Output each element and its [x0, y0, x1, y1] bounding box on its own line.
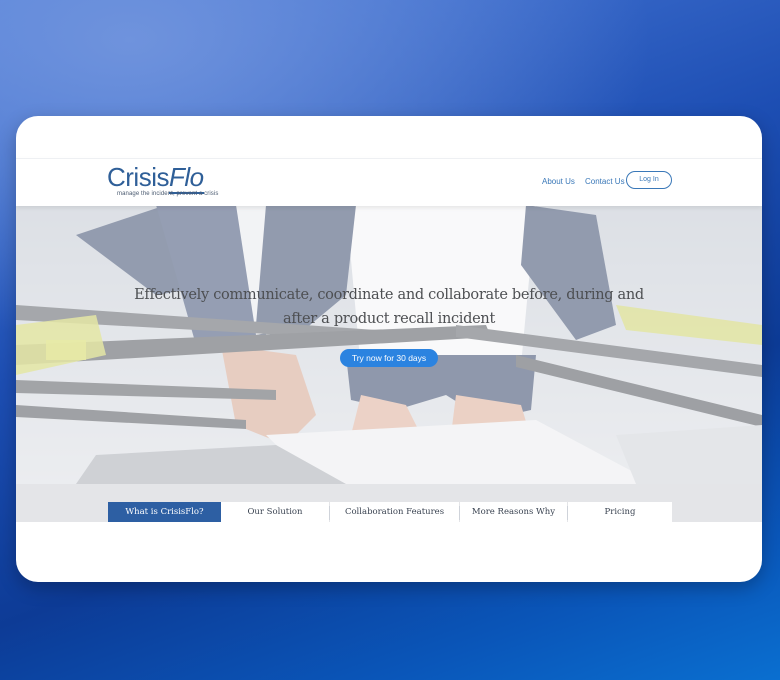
hero-section: Effectively communicate, coordinate and … — [16, 205, 762, 484]
section-tabs: What is CrisisFlo? Our Solution Collabor… — [16, 484, 762, 522]
hero-headline: Effectively communicate, coordinate and … — [134, 287, 644, 327]
nav-about-us-link[interactable]: About Us — [542, 177, 575, 186]
tab-collaboration-features[interactable]: Collaboration Features — [330, 502, 459, 522]
logo-tagline: manage the incident, prevent a crisis — [117, 191, 219, 197]
logo-wordmark: CrisisFlo — [107, 162, 204, 194]
tab-our-solution[interactable]: Our Solution — [221, 502, 329, 522]
try-now-button[interactable]: Try now for 30 days — [340, 349, 438, 367]
logo-crisis-text: Crisis — [107, 162, 170, 192]
browser-card: CrisisFlo manage the incident, prevent a… — [16, 116, 762, 582]
tab-what-is-crisisflo[interactable]: What is CrisisFlo? — [108, 502, 221, 522]
crisisflo-logo[interactable]: CrisisFlo manage the incident, prevent a… — [107, 162, 219, 199]
logo-flo-text: Flo — [169, 162, 204, 194]
nav-contact-us-link[interactable]: Contact Us — [585, 177, 625, 186]
tab-more-reasons-why[interactable]: More Reasons Why — [460, 502, 567, 522]
hero-overlay — [16, 205, 762, 484]
tab-pricing[interactable]: Pricing — [568, 502, 672, 522]
login-button[interactable]: Log In — [626, 171, 672, 189]
site-header: CrisisFlo manage the incident, prevent a… — [16, 158, 762, 206]
